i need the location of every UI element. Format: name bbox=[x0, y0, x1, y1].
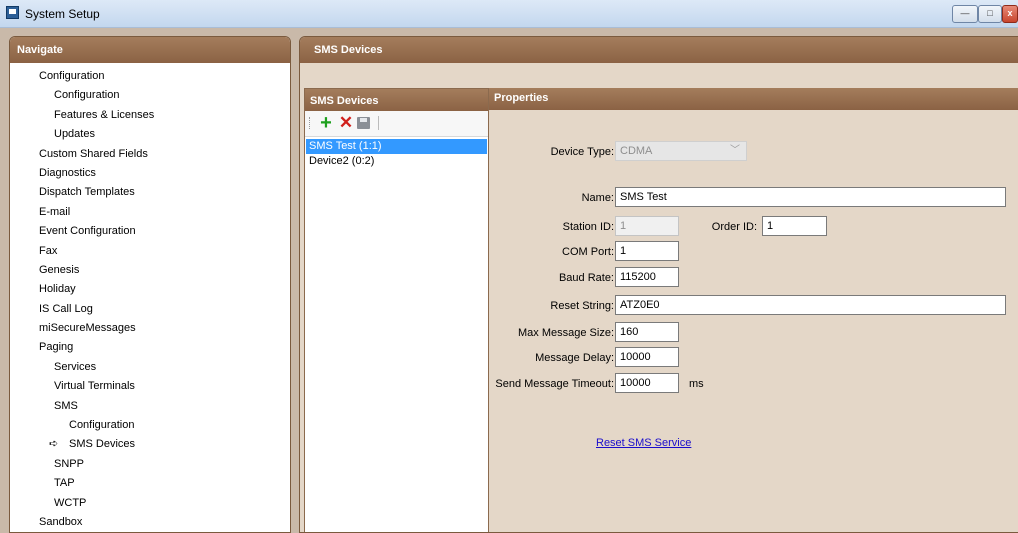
name-label: Name: bbox=[581, 192, 614, 204]
selected-arrow-icon: ➪ bbox=[49, 438, 59, 451]
properties-header: Properties bbox=[489, 88, 1018, 110]
tree-item-sms-configuration[interactable]: Configuration bbox=[16, 416, 286, 435]
tree-item-custom-shared-fields[interactable]: Custom Shared Fields bbox=[16, 145, 286, 164]
close-button[interactable]: x bbox=[1002, 5, 1018, 23]
baud-rate-input[interactable]: 115200 bbox=[615, 267, 679, 287]
title-bar: System Setup — □ x bbox=[0, 0, 1018, 28]
navigate-header: Navigate bbox=[10, 37, 290, 63]
device-type-value: CDMA bbox=[620, 145, 653, 157]
device-list-panel: SMS Devices + ✕ SMS Test (1:1) Device2 (… bbox=[304, 88, 489, 532]
device-list-item-sms-test[interactable]: SMS Test (1:1) bbox=[306, 139, 487, 154]
window-title: System Setup bbox=[25, 7, 100, 21]
device-toolbar: + ✕ bbox=[305, 111, 488, 137]
message-delay-input[interactable]: 10000 bbox=[615, 347, 679, 367]
send-message-timeout-label: Send Message Timeout: bbox=[495, 378, 614, 390]
tree-item-paging[interactable]: Paging bbox=[16, 338, 286, 357]
max-message-size-input[interactable]: 160 bbox=[615, 322, 679, 342]
sms-devices-panel: SMS Devices SMS Devices + ✕ SMS Test (1:… bbox=[299, 36, 1018, 533]
tree-item-virtual-terminals[interactable]: Virtual Terminals bbox=[16, 377, 286, 396]
tree-item-diagnostics[interactable]: Diagnostics bbox=[16, 164, 286, 183]
timeout-unit-label: ms bbox=[689, 378, 704, 390]
navigate-tree: Configuration Configuration Features & L… bbox=[16, 67, 286, 532]
tree-item-configuration[interactable]: Configuration bbox=[16, 67, 286, 86]
navigate-panel: Navigate Configuration Configuration Fea… bbox=[9, 36, 291, 533]
properties-panel: Properties Device Type: CDMA ﹀ Name: SMS… bbox=[489, 88, 1018, 532]
baud-rate-label: Baud Rate: bbox=[558, 272, 614, 284]
tree-item-features-licenses[interactable]: Features & Licenses bbox=[16, 106, 286, 125]
com-port-label: COM Port: bbox=[562, 246, 614, 258]
tree-item-sms[interactable]: SMS bbox=[16, 397, 286, 416]
save-icon[interactable] bbox=[357, 117, 370, 129]
maximize-button[interactable]: □ bbox=[978, 5, 1002, 23]
tree-item-misecuremessages[interactable]: miSecureMessages bbox=[16, 319, 286, 338]
device-type-label: Device Type: bbox=[550, 146, 614, 158]
tree-item-services[interactable]: Services bbox=[16, 358, 286, 377]
app-icon bbox=[6, 6, 19, 19]
message-delay-label: Message Delay: bbox=[535, 352, 614, 364]
tree-item-fax[interactable]: Fax bbox=[16, 242, 286, 261]
tree-item-holiday[interactable]: Holiday bbox=[16, 280, 286, 299]
toolbar-separator bbox=[378, 116, 379, 130]
send-message-timeout-input[interactable]: 10000 bbox=[615, 373, 679, 393]
tree-item-tap[interactable]: TAP bbox=[16, 474, 286, 493]
tree-item-event-configuration[interactable]: Event Configuration bbox=[16, 222, 286, 241]
tree-item-sms-devices[interactable]: ➪ SMS Devices bbox=[16, 435, 286, 454]
tree-item-email[interactable]: E-mail bbox=[16, 203, 286, 222]
station-id-label: Station ID: bbox=[562, 221, 614, 233]
delete-device-icon[interactable]: ✕ bbox=[337, 114, 355, 132]
order-id-input[interactable]: 1 bbox=[762, 216, 827, 236]
tree-item-configuration-sub[interactable]: Configuration bbox=[16, 86, 286, 105]
sms-devices-header: SMS Devices bbox=[300, 37, 1018, 63]
tree-item-genesis[interactable]: Genesis bbox=[16, 261, 286, 280]
device-type-select: CDMA ﹀ bbox=[615, 141, 747, 161]
max-message-size-label: Max Message Size: bbox=[518, 327, 614, 339]
tree-item-dispatch-templates[interactable]: Dispatch Templates bbox=[16, 183, 286, 202]
add-device-icon[interactable]: + bbox=[317, 113, 335, 133]
com-port-input[interactable]: 1 bbox=[615, 241, 679, 261]
reset-string-label: Reset String: bbox=[550, 300, 614, 312]
tree-item-is-call-log[interactable]: IS Call Log bbox=[16, 300, 286, 319]
tree-item-sms-devices-label: SMS Devices bbox=[69, 438, 136, 451]
tree-item-wctp[interactable]: WCTP bbox=[16, 494, 286, 513]
name-input[interactable]: SMS Test bbox=[615, 187, 1006, 207]
tree-item-updates[interactable]: Updates bbox=[16, 125, 286, 144]
tree-item-snpp[interactable]: SNPP bbox=[16, 455, 286, 474]
minimize-button[interactable]: — bbox=[952, 5, 978, 23]
device-list-header: SMS Devices bbox=[305, 89, 488, 111]
reset-string-input[interactable]: ATZ0E0 bbox=[615, 295, 1006, 315]
chevron-down-icon: ﹀ bbox=[730, 145, 740, 156]
order-id-label: Order ID: bbox=[711, 221, 757, 233]
reset-sms-service-link[interactable]: Reset SMS Service bbox=[596, 437, 691, 449]
device-list-item-device2[interactable]: Device2 (0:2) bbox=[306, 154, 487, 169]
toolbar-grip bbox=[309, 117, 311, 129]
